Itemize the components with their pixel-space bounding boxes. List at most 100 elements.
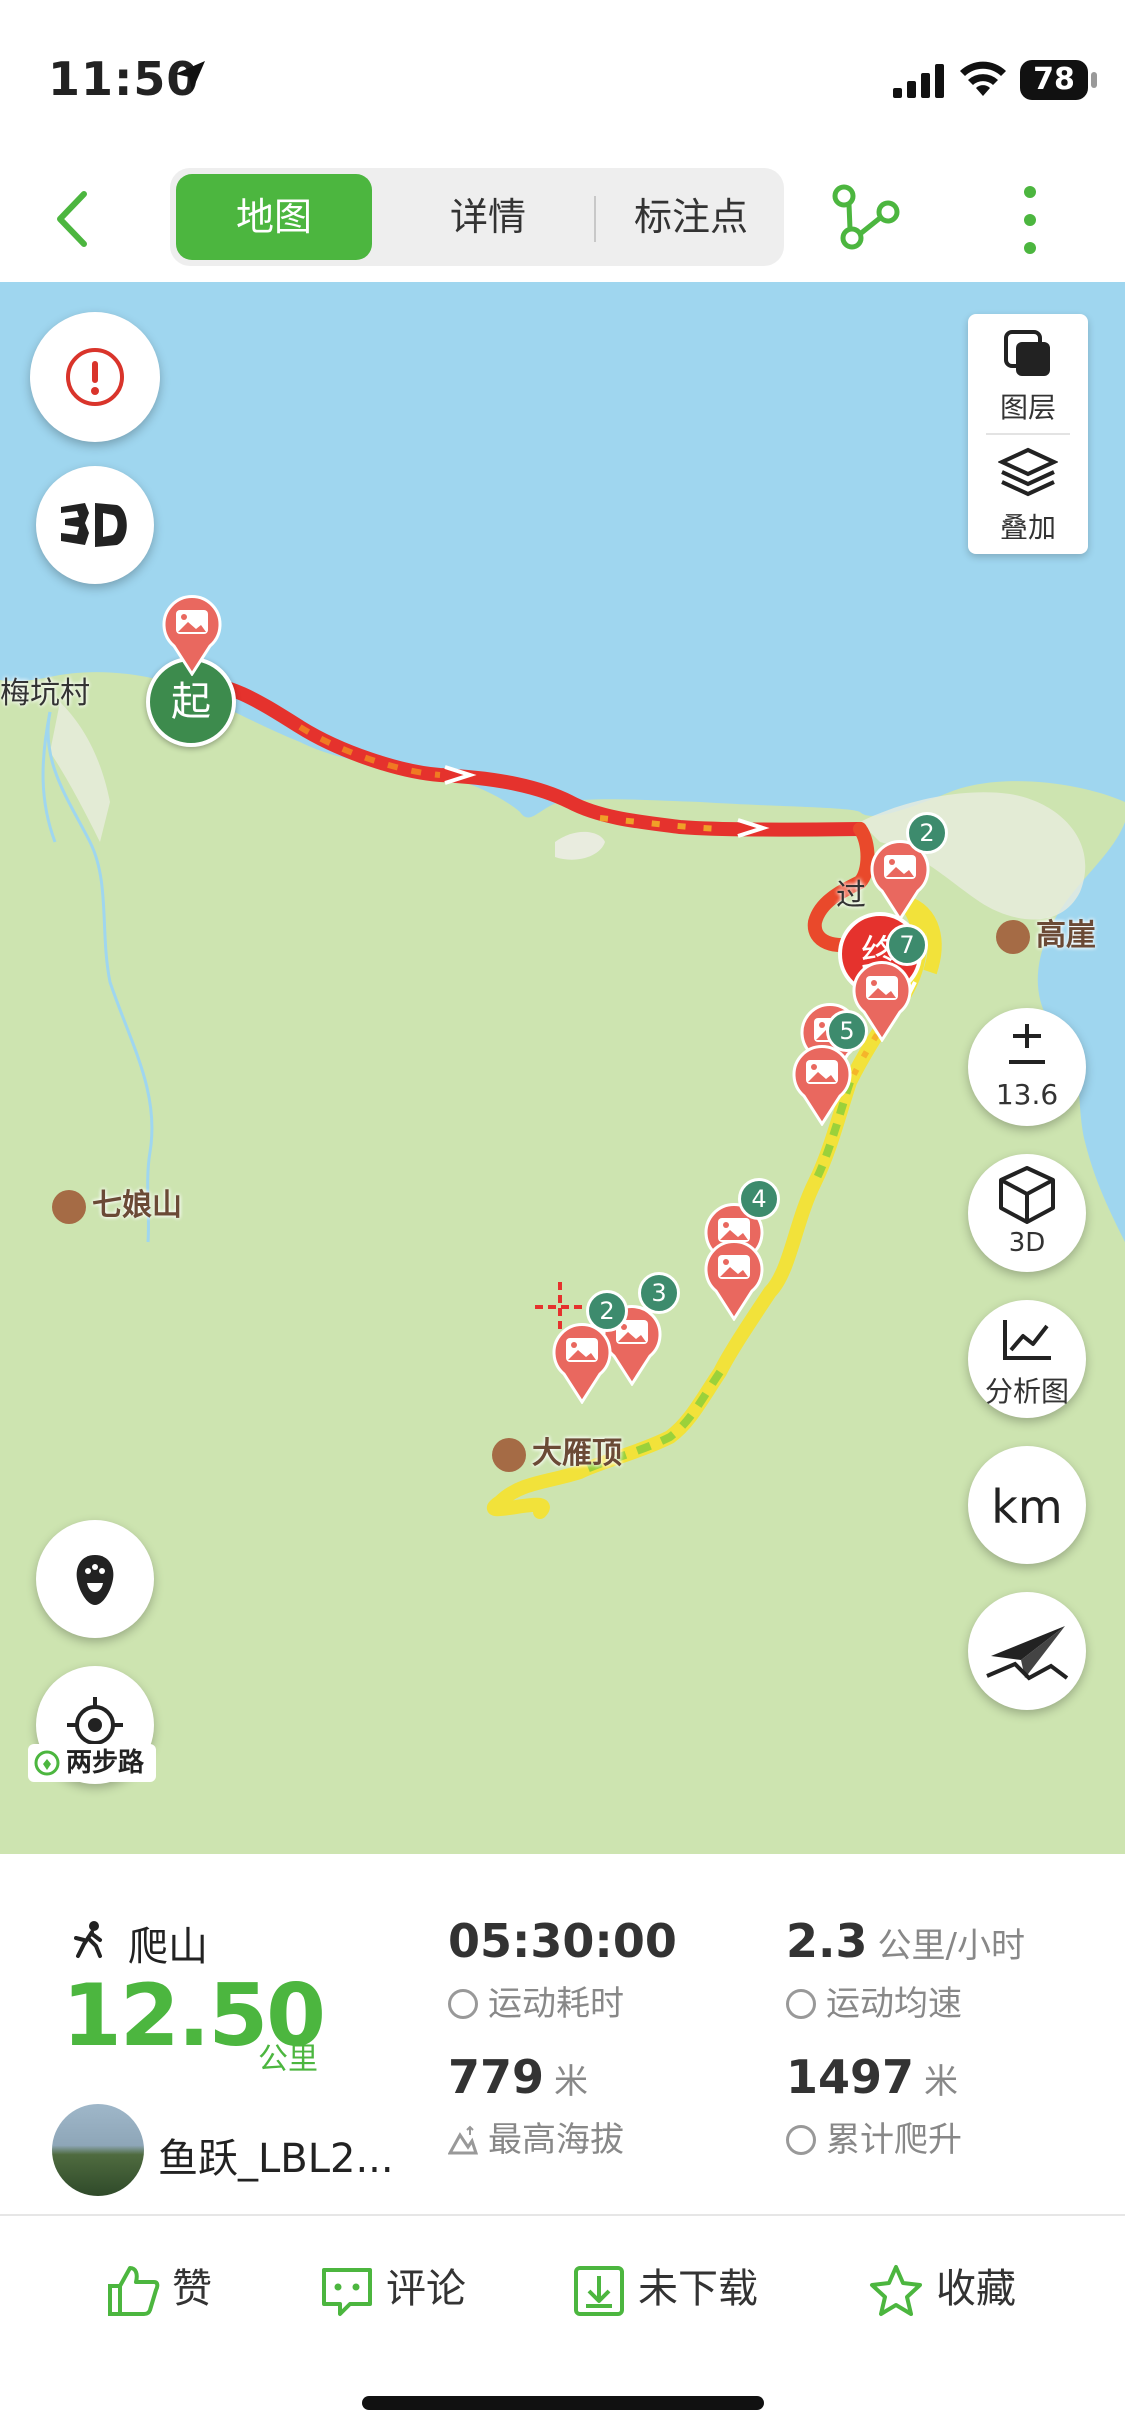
more-options-icon[interactable] — [1010, 180, 1050, 260]
layers-label: 图层 — [999, 391, 1056, 424]
photo-pin-8[interactable] — [550, 1320, 614, 1404]
segmented-tabs: 地图 详情 标注点 — [170, 168, 784, 266]
wifi-icon — [960, 61, 1006, 96]
clock-icon — [448, 1989, 478, 2019]
avg-speed-unit: 公里/小时 — [877, 1926, 1025, 1966]
paper-plane-icon — [986, 1626, 1069, 1681]
pin-count-badge: 3 — [638, 1272, 680, 1314]
tab-waypoints[interactable]: 标注点 — [598, 174, 784, 260]
tab-map[interactable]: 地图 — [176, 174, 372, 260]
location-arrow-icon — [175, 61, 205, 91]
max-altitude-caption: 最高海拔 — [447, 2112, 624, 2161]
alert-icon — [66, 348, 124, 406]
pin-count-badge: 2 — [586, 1290, 628, 1332]
distance-unit-label: km — [991, 1480, 1063, 1534]
total-distance-unit: 公里 — [258, 2042, 318, 2077]
total-climb-label: 累计爬升 — [826, 2120, 962, 2160]
avatar[interactable] — [52, 2104, 144, 2196]
brand-logo: 两步路 — [28, 1744, 156, 1782]
overlay-layers-icon — [998, 447, 1058, 497]
layers-stack-icon — [1004, 330, 1050, 376]
comment-bubble-icon — [322, 2268, 372, 2316]
thumbs-up-icon — [108, 2266, 160, 2316]
speedometer-icon — [786, 1989, 816, 2019]
pin-count-badge: 4 — [738, 1178, 780, 1220]
report-alert-button[interactable] — [30, 312, 160, 442]
duration-label: 运动耗时 — [488, 1984, 624, 2024]
total-climb-unit: 米 — [924, 2062, 959, 2102]
home-indicator[interactable] — [362, 2396, 764, 2410]
star-icon — [870, 2265, 922, 2316]
line-chart-icon — [1003, 1320, 1051, 1360]
place-label-dayan-text: 大雁顶 — [532, 1436, 622, 1471]
pin-count-badge: 7 — [886, 924, 928, 966]
comment-label: 评论 — [386, 2266, 466, 2312]
max-altitude-unit: 米 — [554, 2062, 589, 2102]
plus-minus-icon — [1009, 1024, 1045, 1064]
max-altitude-label: 最高海拔 — [488, 2120, 624, 2160]
download-button[interactable]: 未下载 — [572, 2256, 758, 2316]
favorite-button[interactable]: 收藏 — [868, 2256, 1016, 2316]
mountain-peak-icon — [996, 919, 1030, 954]
place-label-qiniang: 七娘山 — [52, 1180, 182, 1224]
mountain-peak-icon — [52, 1189, 86, 1224]
place-label-gaoya: 高崖 — [996, 910, 1096, 954]
hiking-person-icon — [74, 1921, 102, 1958]
map-canvas[interactable] — [0, 282, 1125, 1854]
duration-value: 05:30:00 — [448, 1914, 677, 1968]
analysis-chart-button[interactable]: 分析图 — [968, 1300, 1086, 1418]
download-icon — [574, 2266, 624, 2316]
tab-details[interactable]: 详情 — [390, 174, 586, 260]
favorite-label: 收藏 — [936, 2266, 1016, 2312]
distance-unit-button[interactable]: km — [968, 1446, 1086, 1564]
place-label-gaoya-text: 高崖 — [1036, 918, 1096, 953]
map-view[interactable]: 起 终 2 7 5 4 3 2 梅坑村 过 高崖 七娘山 大雁顶 两步路 图层 … — [0, 282, 1125, 1854]
sport-type-label: 爬山 — [128, 1924, 208, 1970]
comment-button[interactable]: 评论 — [320, 2256, 466, 2316]
back-chevron-icon[interactable] — [40, 184, 110, 254]
layer-panel: 图层 叠加 — [968, 314, 1088, 554]
duration-number: 05:30:00 — [448, 1914, 677, 1968]
brand-pin-icon — [34, 1750, 60, 1776]
max-altitude-number: 779 — [448, 2050, 545, 2104]
altitude-mountain-icon — [447, 2124, 479, 2155]
footprint-button[interactable] — [36, 1520, 154, 1638]
avg-speed-value: 2.3 公里/小时 — [786, 1914, 1025, 1968]
duration-caption: 运动耗时 — [448, 1976, 624, 2025]
like-button[interactable]: 赞 — [106, 2256, 212, 2316]
zoom-level-label: 13.6 — [995, 1078, 1059, 1111]
3d-mode-label: 3D — [1008, 1228, 1046, 1258]
avg-speed-label: 运动均速 — [826, 1984, 962, 2024]
like-label: 赞 — [172, 2266, 212, 2312]
navigate-button[interactable] — [968, 1592, 1086, 1710]
download-label: 未下载 — [638, 2266, 758, 2312]
mountain-peak-icon — [492, 1437, 526, 1472]
cellular-signal-icon — [893, 64, 944, 98]
overlay-button[interactable]: 叠加 — [968, 434, 1088, 552]
place-label-guo: 过 — [836, 878, 866, 913]
route-share-icon[interactable] — [830, 182, 900, 252]
avg-speed-caption: 运动均速 — [786, 1976, 962, 2025]
tab-divider — [594, 196, 596, 242]
total-climb-value: 1497 米 — [786, 2050, 958, 2104]
pin-count-badge: 5 — [826, 1010, 868, 1052]
place-label-dayan: 大雁顶 — [492, 1428, 622, 1472]
bottom-action-bar: 赞 评论 未下载 收藏 — [0, 2214, 1125, 2356]
place-label-village: 梅坑村 — [0, 676, 90, 711]
top-nav-bar: 地图 详情 标注点 — [0, 160, 1125, 282]
zoom-button[interactable]: 13.6 — [968, 1008, 1086, 1126]
activity-summary: 爬山 12.50 公里 鱼跃_LBL2... 05:30:00 运动耗时 2.3… — [0, 1854, 1125, 2214]
up-arrow-circle-icon — [786, 2125, 816, 2155]
battery-nub — [1091, 72, 1097, 88]
photo-pin-start[interactable] — [160, 592, 224, 676]
cube-icon — [999, 1166, 1055, 1224]
user-name[interactable]: 鱼跃_LBL2... — [158, 2126, 418, 2184]
brand-text: 两步路 — [66, 1748, 145, 1778]
3d-mode-button[interactable]: 3D — [968, 1154, 1086, 1272]
footprint-icon — [76, 1555, 114, 1605]
photo-pin-4[interactable] — [790, 1042, 854, 1126]
3d-view-button[interactable] — [36, 466, 154, 584]
layers-button[interactable]: 图层 — [968, 314, 1088, 432]
overlay-label: 叠加 — [999, 511, 1056, 544]
photo-pin-6[interactable] — [702, 1237, 766, 1321]
